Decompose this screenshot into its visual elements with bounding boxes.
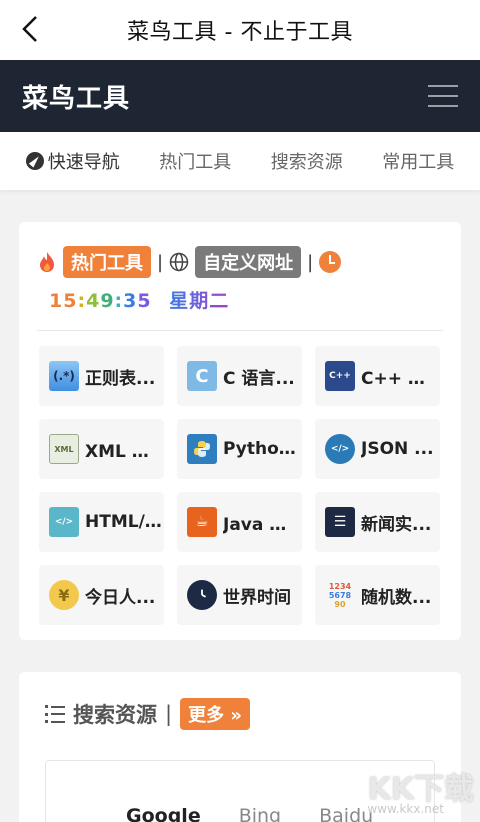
nav-item-search[interactable]: 搜索资源 [271, 148, 343, 174]
tool-label: 今日人... [85, 587, 156, 608]
globe-icon [169, 252, 189, 272]
tool-html[interactable]: </> HTML/... [39, 492, 164, 552]
tool-rmb[interactable]: ¥ 今日人... [39, 565, 164, 625]
tool-xml[interactable]: XML XML 格... [39, 419, 164, 479]
clock-icon [319, 251, 342, 273]
cpp-icon: C++ [325, 361, 355, 391]
hot-tools-tag[interactable]: 热门工具 [63, 246, 151, 278]
nav-item-common[interactable]: 常用工具 [382, 148, 454, 174]
time-char: 3 [123, 290, 138, 312]
tool-python[interactable]: Python... [177, 419, 302, 479]
tool-label: 世界时间 [223, 587, 291, 608]
watermark-url: www.kkx.net [367, 802, 444, 816]
regex-icon: (.*) [49, 361, 79, 391]
site-brand[interactable]: 菜鸟工具 [22, 78, 130, 115]
tool-json[interactable]: </> JSON ... [315, 419, 440, 479]
news-icon: ☰ [325, 507, 355, 537]
hot-tools-card: 热门工具 | 自定义网址 | 15:49:35 星期二 (.*) 正则表... … [19, 222, 461, 640]
list-icon [45, 705, 65, 723]
time-char: 4 [86, 290, 101, 312]
tool-news[interactable]: ☰ 新闻实... [315, 492, 440, 552]
python-icon [187, 434, 217, 464]
time-char: 5 [137, 290, 152, 312]
html-icon: </> [49, 507, 79, 537]
time-display: 15:49:35 星期二 [49, 286, 229, 313]
fire-icon [40, 252, 54, 272]
tool-regex[interactable]: (.*) 正则表... [39, 346, 164, 406]
site-header: 菜鸟工具 [0, 60, 480, 132]
random-numbers-icon: 1234 5678 90 [328, 581, 352, 609]
divider [37, 330, 443, 331]
time-char: : [114, 290, 124, 312]
nav-item-quick[interactable]: 快速导航 [25, 148, 120, 174]
search-section-header: 搜索资源 | 更多 » [45, 698, 250, 730]
tab-baidu[interactable]: Baidu [319, 805, 373, 822]
current-time: 15:49:35 [49, 290, 152, 312]
tab-google[interactable]: Google [126, 805, 201, 822]
tool-label: Java 在... [223, 514, 302, 535]
c-icon: C [187, 361, 217, 391]
nav-item-hot[interactable]: 热门工具 [159, 148, 231, 174]
separator: | [165, 702, 173, 726]
clock-icon [187, 580, 217, 610]
tool-label: 随机数... [361, 587, 432, 608]
back-arrow-icon[interactable] [18, 14, 42, 44]
window-title: 菜鸟工具 - 不止于工具 [127, 20, 353, 45]
tool-java[interactable]: ☕ Java 在... [177, 492, 302, 552]
tool-c[interactable]: C C 语言... [177, 346, 302, 406]
time-char: : [77, 290, 87, 312]
tool-label: Python... [223, 439, 302, 459]
search-engine-tabs: Google Bing Baidu [126, 805, 373, 822]
tool-world-time[interactable]: 世界时间 [177, 565, 302, 625]
tools-grid: (.*) 正则表... C C 语言... C++ C++ 在... XML X… [39, 346, 441, 625]
java-icon: ☕ [187, 507, 217, 537]
section-title: 搜索资源 [73, 703, 157, 727]
tool-cpp[interactable]: C++ C++ 在... [315, 346, 440, 406]
separator: | [157, 251, 164, 273]
tool-label: 新闻实... [361, 514, 432, 535]
nav-item-label: 快速导航 [47, 152, 120, 173]
current-weekday: 星期二 [169, 290, 230, 312]
tool-label: 正则表... [85, 368, 156, 389]
json-icon: </> [325, 434, 355, 464]
tool-label: JSON ... [361, 439, 434, 459]
tool-label: C 语言... [223, 368, 295, 389]
tab-bing[interactable]: Bing [239, 805, 281, 822]
nav-bar: 快速导航 热门工具 搜索资源 常用工具 [0, 132, 480, 190]
xml-icon: XML [49, 434, 79, 464]
app-titlebar: 菜鸟工具 - 不止于工具 [0, 0, 480, 60]
time-char: 5 [63, 290, 78, 312]
tool-label: XML 格... [85, 441, 164, 462]
custom-url-tag[interactable]: 自定义网址 [195, 246, 302, 278]
tool-label: C++ 在... [361, 368, 440, 389]
compass-icon [25, 152, 44, 170]
hot-tools-tagrow: 热门工具 | 自定义网址 | [37, 246, 342, 278]
hamburger-menu-icon[interactable] [428, 85, 458, 107]
more-button[interactable]: 更多 » [180, 698, 250, 730]
tool-random[interactable]: 1234 5678 90 随机数... [315, 565, 440, 625]
time-char: 9 [100, 290, 115, 312]
time-char: 1 [49, 290, 64, 312]
yen-icon: ¥ [49, 580, 79, 610]
tool-label: HTML/... [85, 512, 164, 532]
separator: | [307, 251, 314, 273]
